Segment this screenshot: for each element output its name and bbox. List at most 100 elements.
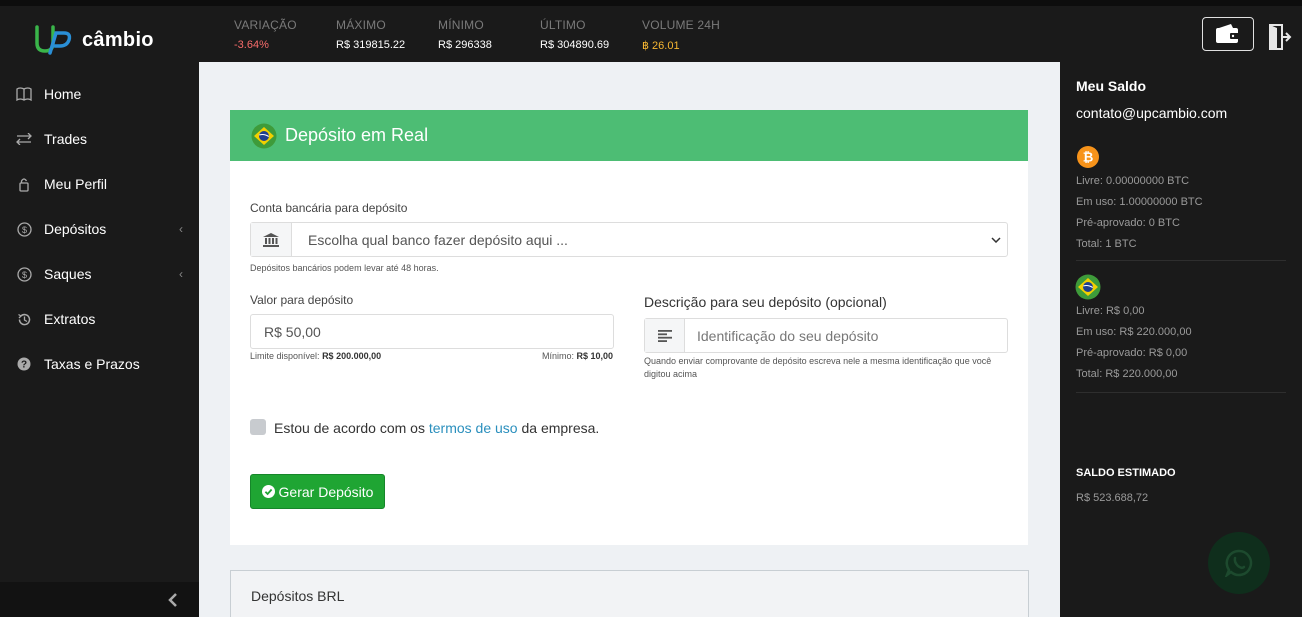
logout-button[interactable] (1268, 24, 1292, 50)
question-circle-icon: ? (16, 356, 32, 372)
btc-livre: Livre: 0.00000000 BTC (1076, 175, 1190, 187)
limit-value: R$ 200.000,00 (322, 351, 382, 361)
sidebar-item-label: Depósitos (44, 221, 107, 237)
sidebar-item-taxas[interactable]: ? Taxas e Prazos (0, 342, 199, 386)
sidebar-collapse-button[interactable] (165, 592, 181, 608)
ticker-label: VOLUME 24H (642, 18, 721, 32)
svg-text:₿: ₿ (1083, 150, 1094, 165)
description-addon (645, 319, 685, 352)
wallet-icon (1216, 24, 1239, 43)
sidebar-item-label: Saques (44, 266, 92, 282)
chevron-left-icon (168, 593, 177, 607)
divider (1076, 260, 1286, 261)
ticker-max: MÁXIMO R$ 319815.22 (336, 18, 405, 51)
arrows-icon (16, 131, 32, 147)
bitcoin-icon: ₿ (1077, 146, 1099, 168)
btc-total: Total: 1 BTC (1076, 238, 1137, 250)
book-icon (16, 86, 32, 102)
ticker-volume: VOLUME 24H ฿ 26.01 (642, 18, 720, 52)
brand-logo[interactable]: câmbio (34, 24, 154, 56)
sidebar-item-extratos[interactable]: Extratos (0, 297, 199, 341)
sidebar: Home Trades Meu Perfil $ Depósitos ‹ $ S… (0, 62, 199, 617)
description-input[interactable]: Identificação do seu depósito (644, 318, 1008, 353)
terms-suffix: da empresa. (521, 420, 600, 436)
align-left-icon (657, 329, 672, 342)
brazil-flag-icon (251, 123, 277, 148)
generate-deposit-button[interactable]: Gerar Depósito (250, 474, 385, 509)
ticker-label: VARIAÇÃO (234, 18, 297, 32)
whatsapp-button[interactable] (1208, 532, 1270, 594)
chevron-down-icon (991, 236, 1001, 243)
sidebar-item-label: Taxas e Prazos (44, 356, 140, 372)
bank-select-value: Escolha qual banco fazer depósito aqui .… (308, 231, 568, 248)
description-placeholder: Identificação do seu depósito (697, 327, 879, 344)
ticker-label: ÚLTIMO (540, 18, 586, 32)
history-icon (16, 311, 32, 327)
deposits-list-card: Depósitos BRL (230, 570, 1029, 617)
sidebar-item-label: Meu Perfil (44, 176, 108, 192)
sidebar-footer (0, 582, 199, 617)
ticker-variation: VARIAÇÃO -3.64% (234, 18, 297, 51)
sidebar-item-trades[interactable]: Trades (0, 117, 199, 161)
sidebar-item-home[interactable]: Home (0, 72, 199, 116)
description-label: Descrição para seu depósito (opcional) (644, 294, 887, 310)
estimated-balance-label: SALDO ESTIMADO (1076, 467, 1176, 479)
min-label: Mínimo: (542, 351, 575, 361)
wallet-button[interactable] (1202, 17, 1254, 51)
logout-icon (1269, 24, 1292, 50)
deposit-card-title: Depósito em Real (285, 125, 429, 145)
bank-addon (251, 223, 292, 256)
ticker-value: R$ 296338 (438, 39, 492, 51)
top-navbar: câmbio VARIAÇÃO -3.64% MÁXIMO R$ 319815.… (0, 0, 1302, 62)
terms-checkbox[interactable] (250, 419, 266, 435)
amount-label: Valor para depósito (250, 293, 354, 307)
btc-em-uso: Em uso: 1.00000000 BTC (1076, 196, 1203, 208)
brl-total: Total: R$ 220.000,00 (1076, 368, 1178, 380)
balance-title: Meu Saldo (1076, 78, 1147, 94)
terms-link[interactable]: termos de uso (429, 420, 518, 436)
lock-icon (16, 176, 32, 192)
bank-select[interactable]: Escolha qual banco fazer depósito aqui .… (250, 222, 1008, 257)
amount-limit-text: Limite disponível: R$ 200.000,00 (250, 351, 381, 361)
bank-help-text: Depósitos bancários podem levar até 48 h… (250, 263, 439, 273)
divider (1076, 392, 1286, 393)
amount-min-text: Mínimo: R$ 10,00 (542, 351, 613, 361)
sidebar-item-label: Extratos (44, 311, 96, 327)
up-logo-icon (35, 25, 72, 55)
bank-icon (263, 232, 279, 247)
ticker-last: ÚLTIMO R$ 304890.69 (540, 18, 609, 51)
amount-value: R$ 50,00 (264, 323, 321, 340)
amount-input[interactable]: R$ 50,00 (250, 314, 614, 349)
sidebar-item-perfil[interactable]: Meu Perfil (0, 162, 199, 206)
sidebar-item-saques[interactable]: $ Saques ‹ (0, 252, 199, 296)
check-circle-icon (261, 485, 275, 498)
ticker-label: MÍNIMO (438, 18, 484, 32)
ticker-value: R$ 319815.22 (336, 39, 406, 51)
terms-prefix: Estou de acordo com os (274, 420, 425, 436)
generate-deposit-label: Gerar Depósito (278, 483, 374, 500)
estimated-balance-value: R$ 523.688,72 (1076, 492, 1149, 504)
description-help-text: Quando enviar comprovante de depósito es… (644, 356, 992, 379)
ticker-value: ฿ 26.01 (642, 40, 680, 52)
dollar-circle-icon: $ (16, 221, 32, 237)
sidebar-item-label: Trades (44, 131, 88, 147)
ticker-value: R$ 304890.69 (540, 39, 610, 51)
limit-label: Limite disponível: (250, 351, 320, 361)
account-email: contato@upcambio.com (1076, 105, 1228, 121)
svg-text:$: $ (21, 225, 26, 235)
brand-name: câmbio (82, 28, 154, 51)
bank-account-label: Conta bancária para depósito (250, 201, 408, 215)
terms-agreement: Estou de acordo com os termos de uso da … (274, 420, 599, 436)
brl-livre: Livre: R$ 0,00 (1076, 305, 1145, 317)
whatsapp-icon (1225, 549, 1253, 577)
ticker-label: MÁXIMO (336, 18, 386, 32)
deposits-list-title: Depósitos BRL (251, 588, 345, 604)
brazil-flag-icon (1075, 274, 1101, 300)
chevron-left-icon: ‹ (179, 222, 183, 236)
deposit-card: Depósito em Real Conta bancária para dep… (230, 110, 1028, 545)
brl-pre-aprovado: Pré-aprovado: R$ 0,00 (1076, 347, 1188, 359)
ticker-min: MÍNIMO R$ 296338 (438, 18, 492, 51)
brl-em-uso: Em uso: R$ 220.000,00 (1076, 326, 1192, 338)
sidebar-item-depositos[interactable]: $ Depósitos ‹ (0, 207, 199, 251)
sidebar-item-label: Home (44, 86, 82, 102)
